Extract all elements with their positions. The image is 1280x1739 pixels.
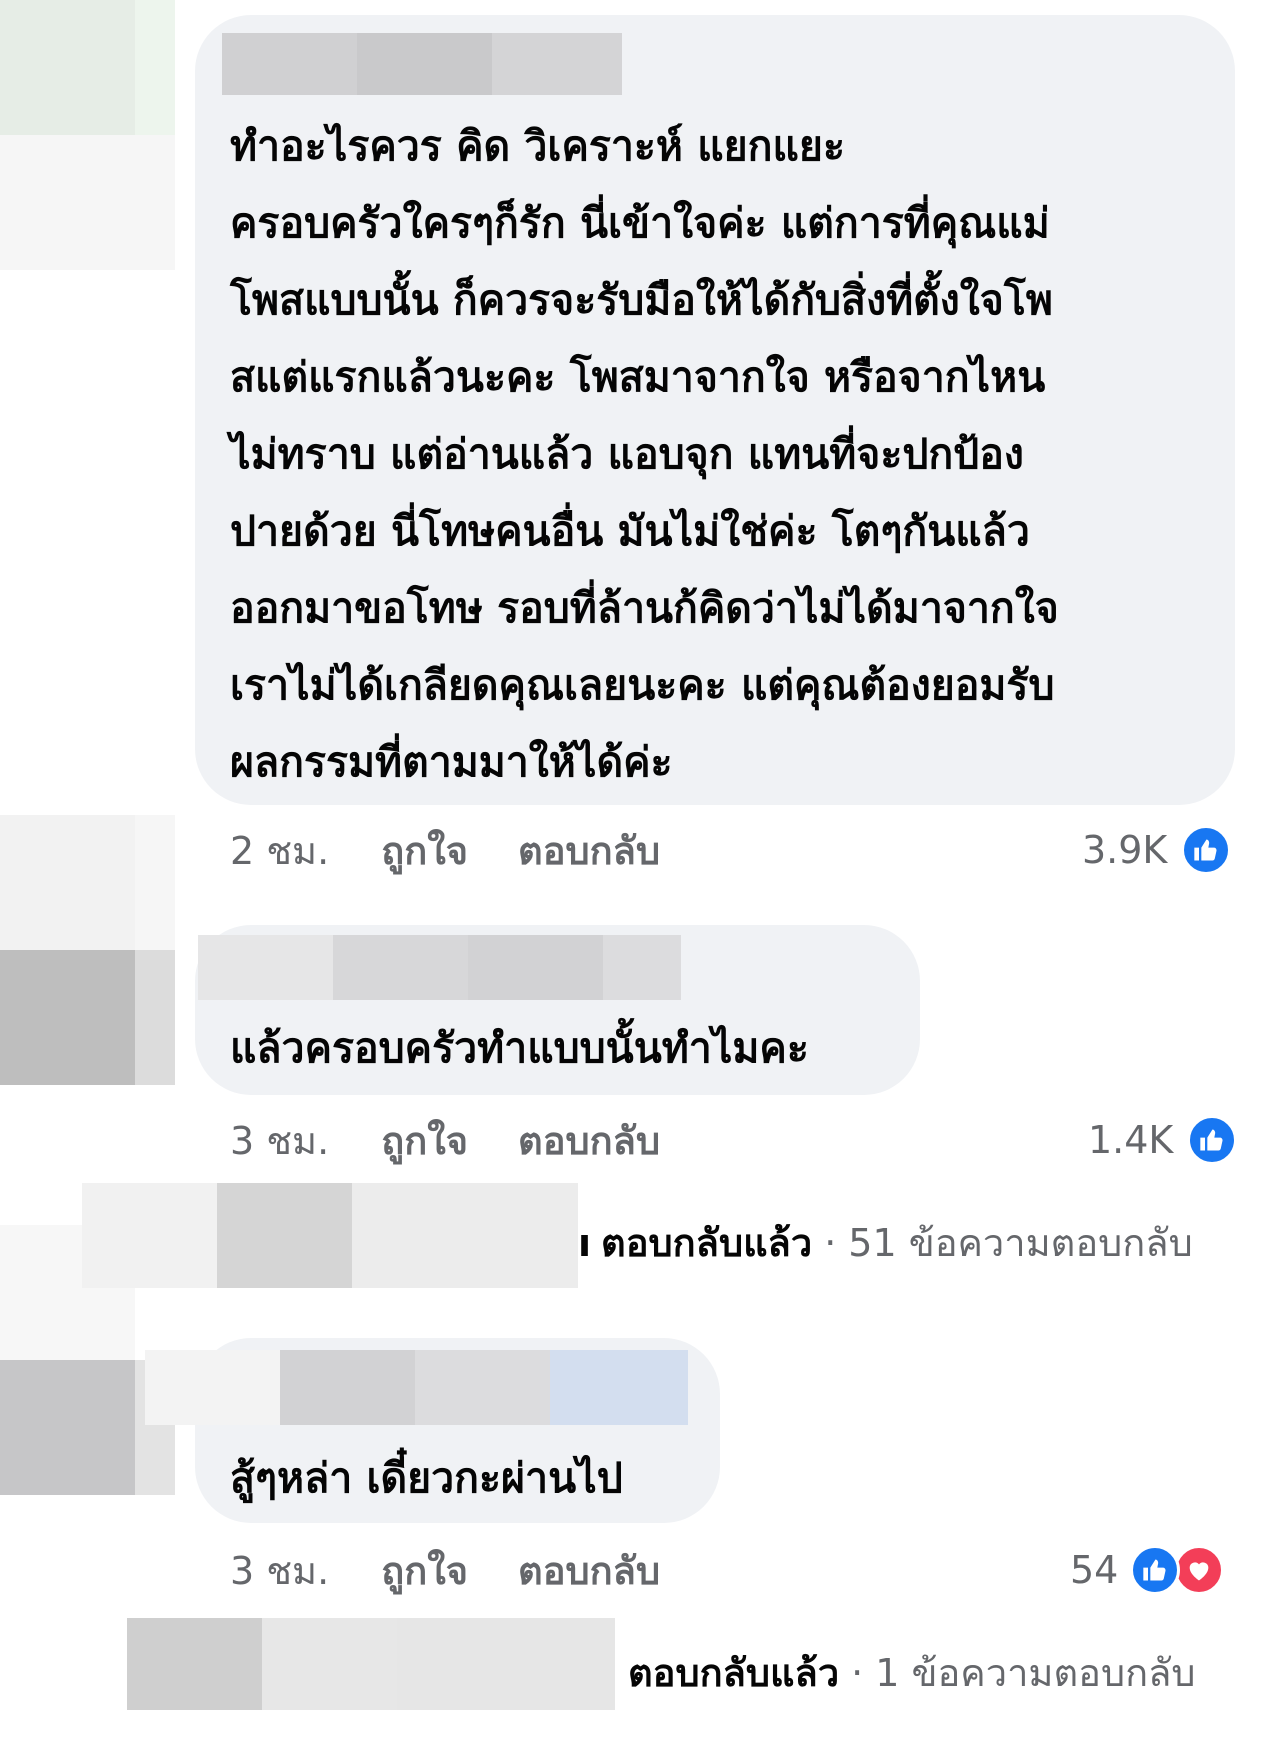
replies-count: 51 ข้อความตอบกลับ [848, 1221, 1193, 1265]
replied-label: ตอบกลับแล้ว [601, 1221, 813, 1265]
partial-name-glyph: ı [578, 1220, 592, 1265]
reply-button[interactable]: ตอบกลับ [518, 820, 660, 881]
like-button[interactable]: ถูกใจ [381, 1540, 468, 1601]
reaction-count: 3.9K [1082, 828, 1168, 872]
like-button[interactable]: ถูกใจ [381, 820, 468, 881]
separator-dot: · [851, 1650, 864, 1695]
comment-text: ทำอะไรควร คิด วิเคราะห์ แยกแยะ ครอบครัวใ… [230, 122, 1059, 786]
reaction-count: 1.4K [1088, 1118, 1174, 1162]
reaction-summary[interactable]: 1.4K [1088, 1110, 1238, 1170]
comment-text: สู้ๆหล่า เดี๋ยวกะผ่านไป [230, 1454, 623, 1502]
comment-text: แล้วครอบครัวทำแบบนั้นทำไมคะ [230, 1024, 809, 1072]
comment-meta: 3 ชม. ถูกใจ ตอบกลับ [230, 1540, 660, 1600]
replied-label: ตอบกลับแล้ว [628, 1651, 840, 1695]
comment-time[interactable]: 3 ชม. [230, 1110, 329, 1171]
reaction-count: 54 [1070, 1548, 1119, 1592]
view-replies-link[interactable]: ı ตอบกลับแล้ว · 51 ข้อความตอบกลับ [578, 1215, 1193, 1270]
comment-meta: 2 ชม. ถูกใจ ตอบกลับ [230, 820, 660, 880]
avatar-blurred [0, 135, 175, 270]
view-replies-link[interactable]: ตอบกลับแล้ว · 1 ข้อความตอบกลับ [628, 1645, 1196, 1700]
commenter-name-blurred[interactable] [198, 935, 681, 1000]
commenter-name-blurred[interactable] [222, 33, 622, 95]
comment-time[interactable]: 2 ชม. [230, 820, 329, 881]
commenter-name-blurred[interactable] [145, 1350, 688, 1425]
comment-time[interactable]: 3 ชม. [230, 1540, 329, 1601]
replier-avatar-blurred[interactable] [82, 1183, 578, 1288]
reaction-summary[interactable]: 3.9K [1082, 820, 1232, 880]
reply-button[interactable]: ตอบกลับ [518, 1110, 660, 1171]
separator-dot: · [824, 1220, 837, 1265]
replier-avatar-blurred[interactable] [127, 1618, 615, 1710]
replies-count: 1 ข้อความตอบกลับ [875, 1651, 1196, 1695]
comments-page: ทำอะไรควร คิด วิเคราะห์ แยกแยะ ครอบครัวใ… [0, 0, 1280, 1739]
reaction-summary[interactable]: 54 [1070, 1540, 1225, 1600]
comment-meta: 3 ชม. ถูกใจ ตอบกลับ [230, 1110, 660, 1170]
like-icon [1130, 1545, 1181, 1595]
like-icon [1187, 1115, 1238, 1165]
reply-button[interactable]: ตอบกลับ [518, 1540, 660, 1601]
like-button[interactable]: ถูกใจ [381, 1110, 468, 1171]
like-icon [1181, 825, 1232, 875]
avatar-blurred[interactable] [0, 815, 175, 1085]
avatar-blurred[interactable] [0, 0, 175, 135]
love-icon [1174, 1545, 1225, 1595]
